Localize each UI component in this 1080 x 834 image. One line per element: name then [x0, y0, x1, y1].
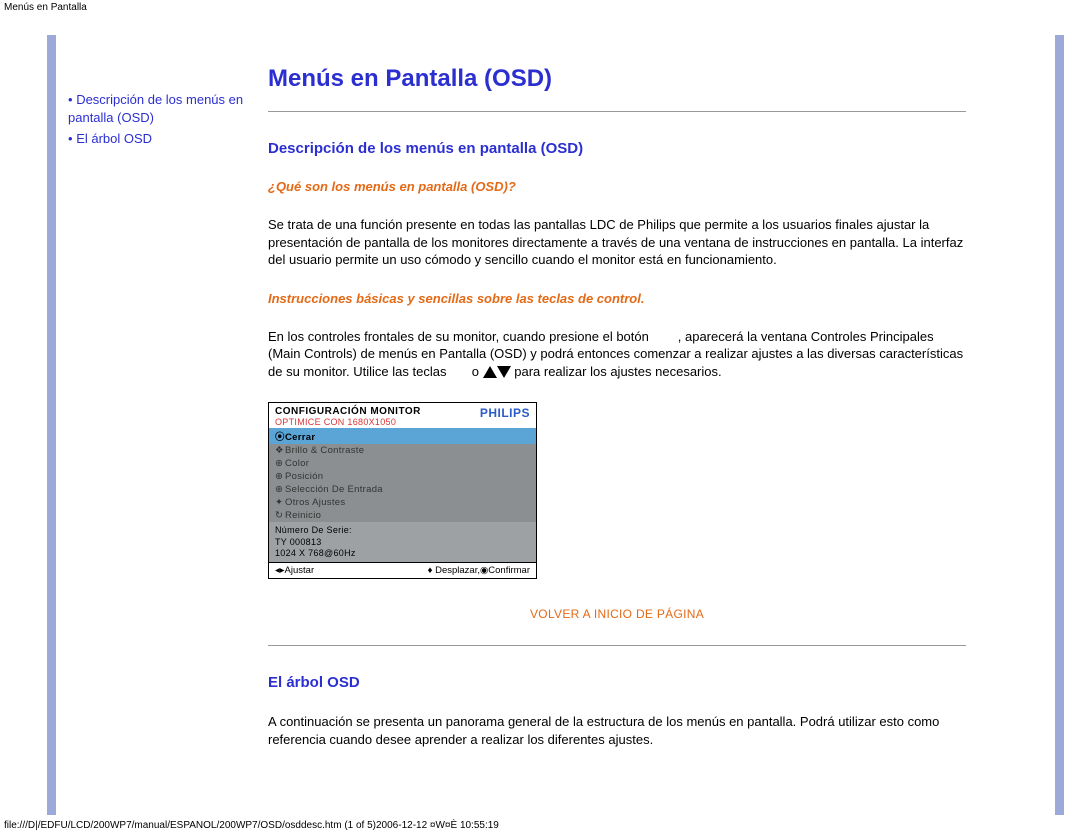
osd-header-title: CONFIGURACIÓN MONITOR [275, 406, 421, 417]
section-heading-arbol: El árbol OSD [268, 674, 966, 691]
osd-footer: ◂▸Ajustar ♦ Desplazar,◉Confirmar [269, 562, 536, 578]
osd-menu: ⦿Cerrar ❖Brillo & Contraste ⊕Color ⊕Posi… [269, 428, 536, 522]
osd-info: Número De Serie: TY 000813 1024 X 768@60… [269, 522, 536, 562]
osd-item-brillo: ❖Brillo & Contraste [269, 444, 536, 457]
osd-header-sub: OPTIMICE CON 1680X1050 [275, 417, 421, 427]
decor-bar-left [47, 35, 56, 815]
paragraph-instrucciones: En los controles frontales de su monitor… [268, 328, 966, 381]
paragraph-descripcion: Se trata de una función presente en toda… [268, 216, 966, 269]
divider [268, 111, 966, 112]
breadcrumb: Menús en Pantalla [0, 0, 1080, 15]
osd-brand: PHILIPS [480, 406, 530, 420]
up-arrow-icon [483, 366, 497, 378]
down-arrow-icon [497, 366, 511, 378]
osd-item-otros: ✦Otros Ajustes [269, 496, 536, 509]
osd-info-resolution: 1024 X 768@60Hz [275, 548, 530, 559]
instr-or: o [472, 364, 479, 379]
subheading-instrucciones: Instrucciones básicas y sencillas sobre … [268, 291, 966, 306]
osd-footer-right: ♦ Desplazar,◉Confirmar [428, 565, 530, 576]
divider [268, 645, 966, 646]
instr-text-3: para realizar los ajustes necesarios. [514, 364, 721, 379]
sidebar-nav: • Descripción de los menús en pantalla (… [56, 35, 256, 152]
sidebar-item-label: Descripción de los menús en pantalla (OS… [68, 92, 243, 125]
osd-item-entrada: ⊕Selección De Entrada [269, 483, 536, 496]
osd-screenshot: CONFIGURACIÓN MONITOR OPTIMICE CON 1680X… [268, 402, 537, 579]
decor-bar-right [1055, 35, 1064, 815]
subheading-que-son: ¿Qué son los menús en pantalla (OSD)? [268, 179, 966, 194]
bullet-icon: • [68, 92, 73, 107]
page-title: Menús en Pantalla (OSD) [268, 65, 966, 93]
sidebar-item-descripcion[interactable]: • Descripción de los menús en pantalla (… [68, 91, 246, 126]
sidebar-item-label: El árbol OSD [76, 131, 152, 146]
main-content: Menús en Pantalla (OSD) Descripción de l… [268, 35, 1056, 748]
osd-item-color: ⊕Color [269, 457, 536, 470]
back-to-top-link[interactable]: VOLVER A INICIO DE PÁGINA [268, 607, 966, 621]
sidebar-item-arbol[interactable]: • El árbol OSD [68, 130, 246, 148]
osd-header-left: CONFIGURACIÓN MONITOR OPTIMICE CON 1680X… [275, 406, 421, 427]
footer-file-path: file:///D|/EDFU/LCD/200WP7/manual/ESPANO… [4, 820, 499, 831]
osd-info-serial-value: TY 000813 [275, 537, 530, 548]
osd-item-cerrar: ⦿Cerrar [269, 428, 536, 444]
osd-header: CONFIGURACIÓN MONITOR OPTIMICE CON 1680X… [269, 403, 536, 428]
instr-text-1: En los controles frontales de su monitor… [268, 329, 652, 344]
osd-item-posicion: ⊕Posición [269, 470, 536, 483]
bullet-icon: • [68, 131, 73, 146]
section-heading-descripcion: Descripción de los menús en pantalla (OS… [268, 140, 966, 157]
osd-info-serial-label: Número De Serie: [275, 525, 530, 536]
osd-footer-left: ◂▸Ajustar [275, 565, 314, 576]
content-area: • Descripción de los menús en pantalla (… [56, 35, 1056, 770]
osd-item-reinicio: ↻Reinicio [269, 509, 536, 522]
paragraph-arbol: A continuación se presenta un panorama g… [268, 713, 966, 748]
